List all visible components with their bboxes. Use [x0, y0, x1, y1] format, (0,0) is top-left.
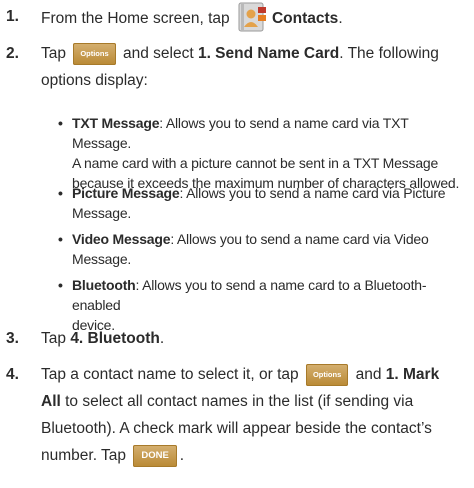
step-body: Tap Options and select 1. Send Name Card…	[41, 40, 469, 94]
step-body: Tap a contact name to select it, or tap …	[41, 361, 469, 469]
punct: .	[338, 10, 343, 28]
step-bold: Contacts	[271, 10, 339, 28]
step-bold: All	[41, 393, 61, 410]
step-number: 3.	[6, 330, 19, 347]
options-button[interactable]: Options	[305, 363, 349, 386]
step-text: options display:	[41, 72, 148, 89]
contacts-book-icon	[236, 1, 268, 33]
bullet-text: Video Message: Allows you to send a name…	[72, 229, 470, 269]
bullet-icon: •	[58, 185, 63, 201]
bullet-title: Picture Message	[72, 185, 180, 201]
bullet-line: Message.	[72, 251, 132, 267]
bullet-line: A name card with a picture cannot be sen…	[72, 155, 439, 171]
bullet-line: Message.	[72, 205, 132, 221]
bullet-icon: •	[58, 115, 63, 131]
step-text: Tap	[41, 45, 66, 62]
step-text: Tap a contact name to select it, or tap	[41, 366, 299, 383]
bullet-text: Picture Message: Allows you to send a na…	[72, 183, 470, 223]
bullet-line: : Allows you to send a name card via Pic…	[179, 185, 446, 201]
step-text: Bluetooth). A check mark will appear bes…	[41, 420, 432, 437]
step-text: . The following	[339, 45, 439, 62]
bullet-icon: •	[58, 231, 63, 247]
bullet-icon: •	[58, 277, 63, 293]
step-text: Tap	[41, 330, 66, 347]
bullet-line: : Allows you to send a name card via Vid…	[170, 231, 429, 247]
step-number: 1.	[6, 8, 19, 25]
step-number: 4.	[6, 366, 19, 383]
bullet-title: Video Message	[72, 231, 171, 247]
bullet-title: Bluetooth	[72, 277, 136, 293]
bullet-text: TXT Message: Allows you to send a name c…	[72, 113, 470, 193]
step-bold: 1. Mark	[385, 366, 440, 383]
done-button[interactable]: DONE	[133, 444, 177, 467]
step-bold: 1. Send Name Card	[197, 45, 340, 62]
options-button[interactable]: Options	[73, 42, 116, 65]
bullet-title: TXT Message	[72, 115, 160, 131]
document-page: 1. From the Home screen, tap Contacts. 2…	[0, 0, 474, 488]
step-text: number. Tap	[41, 447, 127, 464]
step-bold: 4. Bluetooth	[70, 330, 160, 347]
step-text: From the Home screen, tap	[41, 10, 230, 28]
step-body: Tap 4. Bluetooth.	[41, 325, 469, 352]
step-number: 2.	[6, 45, 19, 62]
step-text: and	[355, 366, 382, 383]
step-text: .	[159, 330, 165, 347]
step-text: and select	[122, 45, 194, 62]
step-body: From the Home screen, tap Contacts.	[41, 1, 469, 35]
step-text: to select all contact names in the list …	[65, 393, 414, 410]
step-text: .	[179, 447, 185, 464]
